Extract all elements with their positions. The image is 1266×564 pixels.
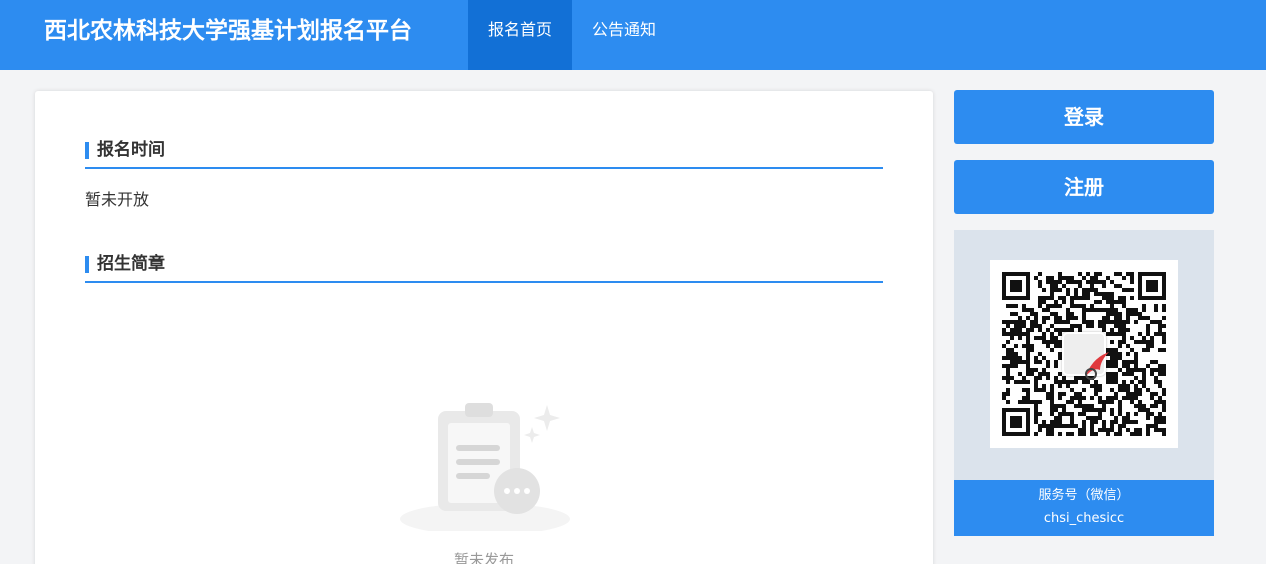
register-button[interactable]: 注册 xyxy=(954,160,1214,214)
section-marker xyxy=(85,142,89,159)
section-title: 招生简章 xyxy=(97,254,165,274)
main-content-card: 报名时间 暂未开放 招生简章 暂未发布 xyxy=(35,91,933,564)
chsi-logo-icon xyxy=(1062,332,1109,380)
qr-code-image xyxy=(990,260,1178,448)
section-header-registration-time: 报名时间 xyxy=(85,129,883,169)
qr-caption-service-label: 服务号（微信） xyxy=(1038,488,1130,503)
registration-time-status: 暂未开放 xyxy=(85,190,150,209)
section-marker xyxy=(85,256,89,273)
section-title: 报名时间 xyxy=(97,140,165,160)
qr-caption: 服务号（微信） chsi_chesicc xyxy=(954,480,1214,536)
nav-item-home[interactable]: 报名首页 xyxy=(468,0,572,70)
empty-clipboard-icon xyxy=(400,403,570,531)
top-header: 西北农林科技大学强基计划报名平台 报名首页 公告通知 xyxy=(0,0,1266,70)
section-header-brochure: 招生简章 xyxy=(85,243,883,283)
wechat-qr-panel: 服务号（微信） chsi_chesicc xyxy=(954,230,1214,536)
nav-item-announcements[interactable]: 公告通知 xyxy=(578,0,670,70)
qr-caption-account-id: chsi_chesicc xyxy=(1043,511,1125,526)
login-button[interactable]: 登录 xyxy=(954,90,1214,144)
empty-state-text: 暂未发布 xyxy=(453,551,514,564)
site-title: 西北农林科技大学强基计划报名平台 xyxy=(44,18,412,44)
